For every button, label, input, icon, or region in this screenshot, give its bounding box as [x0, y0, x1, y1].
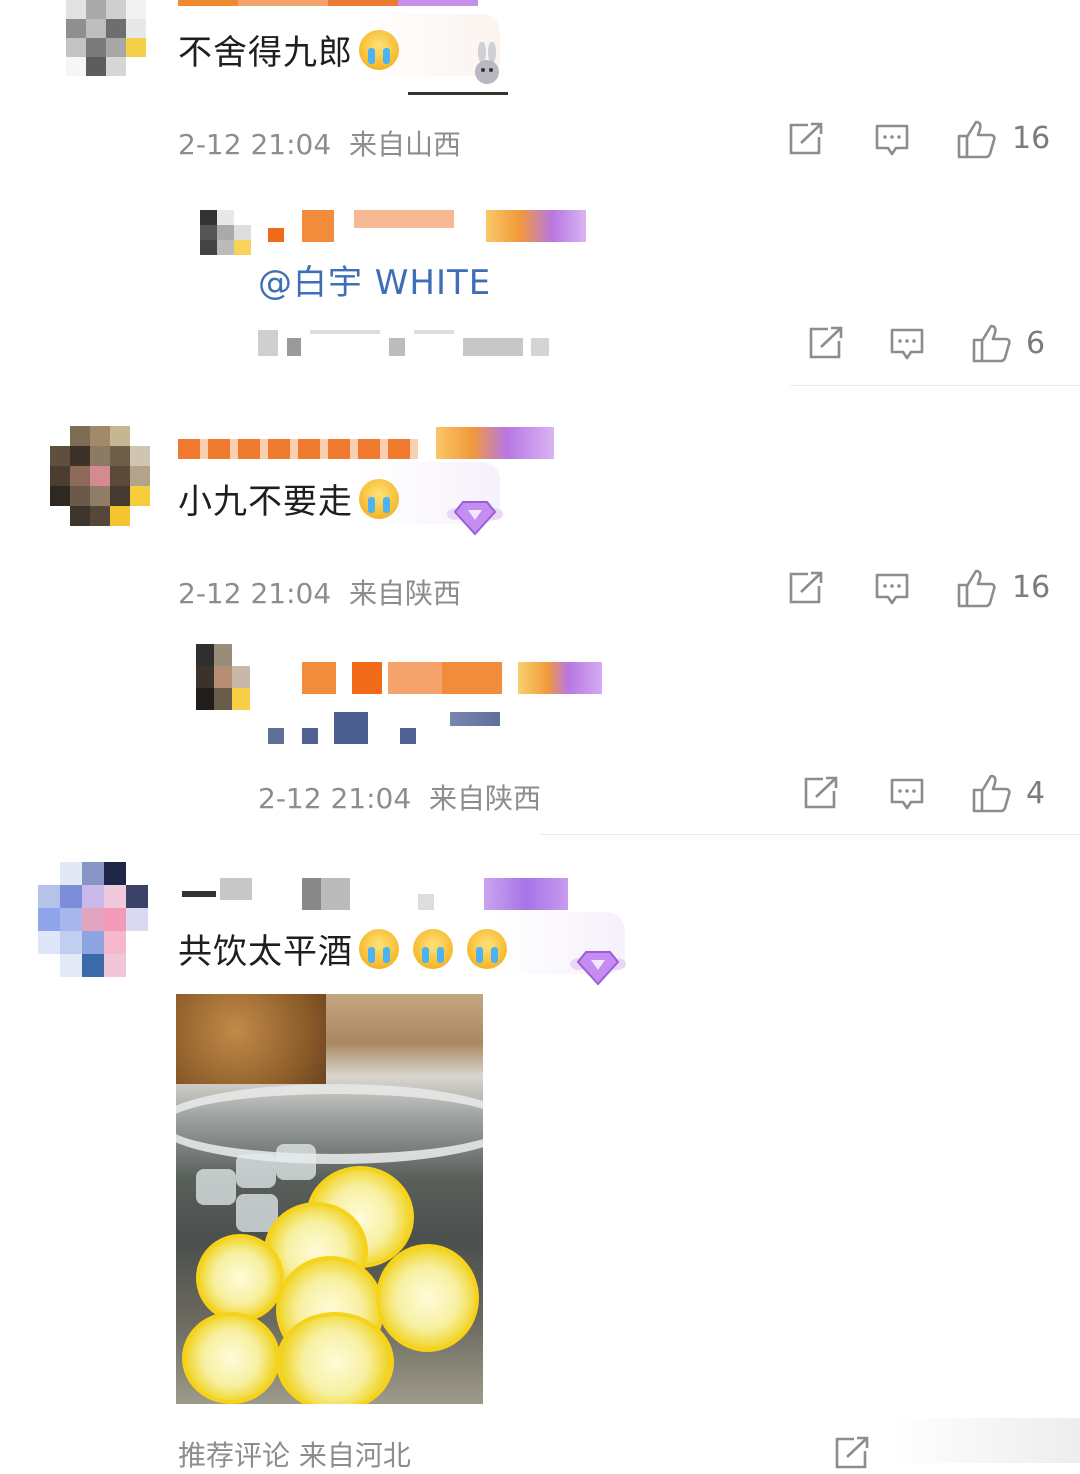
comment-icon[interactable]	[874, 123, 910, 157]
comment-text: 小九不要走	[178, 474, 399, 523]
mention-link[interactable]: @白宇 WHITE	[258, 263, 491, 303]
reply-meta-pixelated	[258, 330, 550, 363]
comment-icon[interactable]	[889, 327, 925, 361]
ice-cube	[196, 1169, 236, 1205]
comment-icon[interactable]	[874, 572, 910, 606]
reply-text: @白宇 WHITE	[258, 255, 491, 304]
crying-face-emoji	[413, 929, 453, 969]
comment-footer: 推荐评论 来自河北	[178, 1439, 411, 1472]
divider	[790, 385, 1080, 386]
reply-text-pixelated	[268, 712, 500, 744]
reply-username-pixelated[interactable]	[302, 662, 602, 694]
username-pixelated[interactable]	[178, 0, 478, 6]
share-icon[interactable]	[808, 326, 844, 360]
fried-food	[176, 994, 326, 1084]
lemon-slice	[196, 1234, 284, 1322]
share-icon[interactable]	[834, 1436, 870, 1470]
crying-face-emoji	[359, 929, 399, 969]
watermark-fade	[890, 1418, 1080, 1463]
diamond-badge-icon	[568, 938, 628, 992]
comment-meta: 2-12 21:04 来自山西	[178, 128, 461, 161]
share-icon[interactable]	[803, 776, 839, 810]
lemon-slice	[376, 1244, 479, 1352]
reply-meta: 2-12 21:04 来自陕西	[258, 782, 541, 815]
like-count: 16	[1012, 121, 1051, 156]
crying-face-emoji	[467, 929, 507, 969]
avatar[interactable]	[38, 862, 148, 978]
share-icon[interactable]	[788, 122, 824, 156]
diamond-badge-icon	[446, 488, 504, 542]
comment-photo[interactable]	[176, 994, 483, 1404]
thumbs-up-icon[interactable]	[956, 567, 998, 609]
thumbs-up-icon[interactable]	[971, 322, 1013, 364]
comment-meta: 2-12 21:04 来自陕西	[178, 577, 461, 610]
avatar[interactable]	[66, 0, 146, 76]
lemon-slice	[276, 1312, 394, 1404]
decorative-bar	[408, 86, 508, 95]
share-icon[interactable]	[788, 571, 824, 605]
comment-text: 不舍得九郎	[178, 25, 399, 74]
like-count: 4	[1026, 776, 1046, 811]
comment-icon[interactable]	[889, 777, 925, 811]
crying-face-emoji	[359, 30, 399, 70]
reply-avatar[interactable]	[200, 210, 252, 256]
username-pixelated[interactable]	[178, 427, 554, 459]
lemon-slice	[182, 1312, 280, 1404]
like-count: 6	[1026, 326, 1046, 361]
like-count: 16	[1012, 570, 1051, 605]
divider	[540, 834, 1080, 835]
thumbs-up-icon[interactable]	[956, 118, 998, 160]
ice-cube	[236, 1154, 276, 1188]
thumbs-up-icon[interactable]	[971, 772, 1013, 814]
reply-username-pixelated[interactable]	[268, 210, 586, 242]
crying-face-emoji	[359, 479, 399, 519]
ice-cube	[276, 1144, 316, 1180]
username-pixelated[interactable]	[182, 878, 568, 910]
reply-avatar[interactable]	[178, 644, 252, 710]
jar-rim	[176, 1084, 483, 1164]
comment-text: 共饮太平酒	[178, 924, 507, 973]
rabbit-sticker-icon	[468, 41, 508, 92]
avatar[interactable]	[50, 426, 150, 526]
